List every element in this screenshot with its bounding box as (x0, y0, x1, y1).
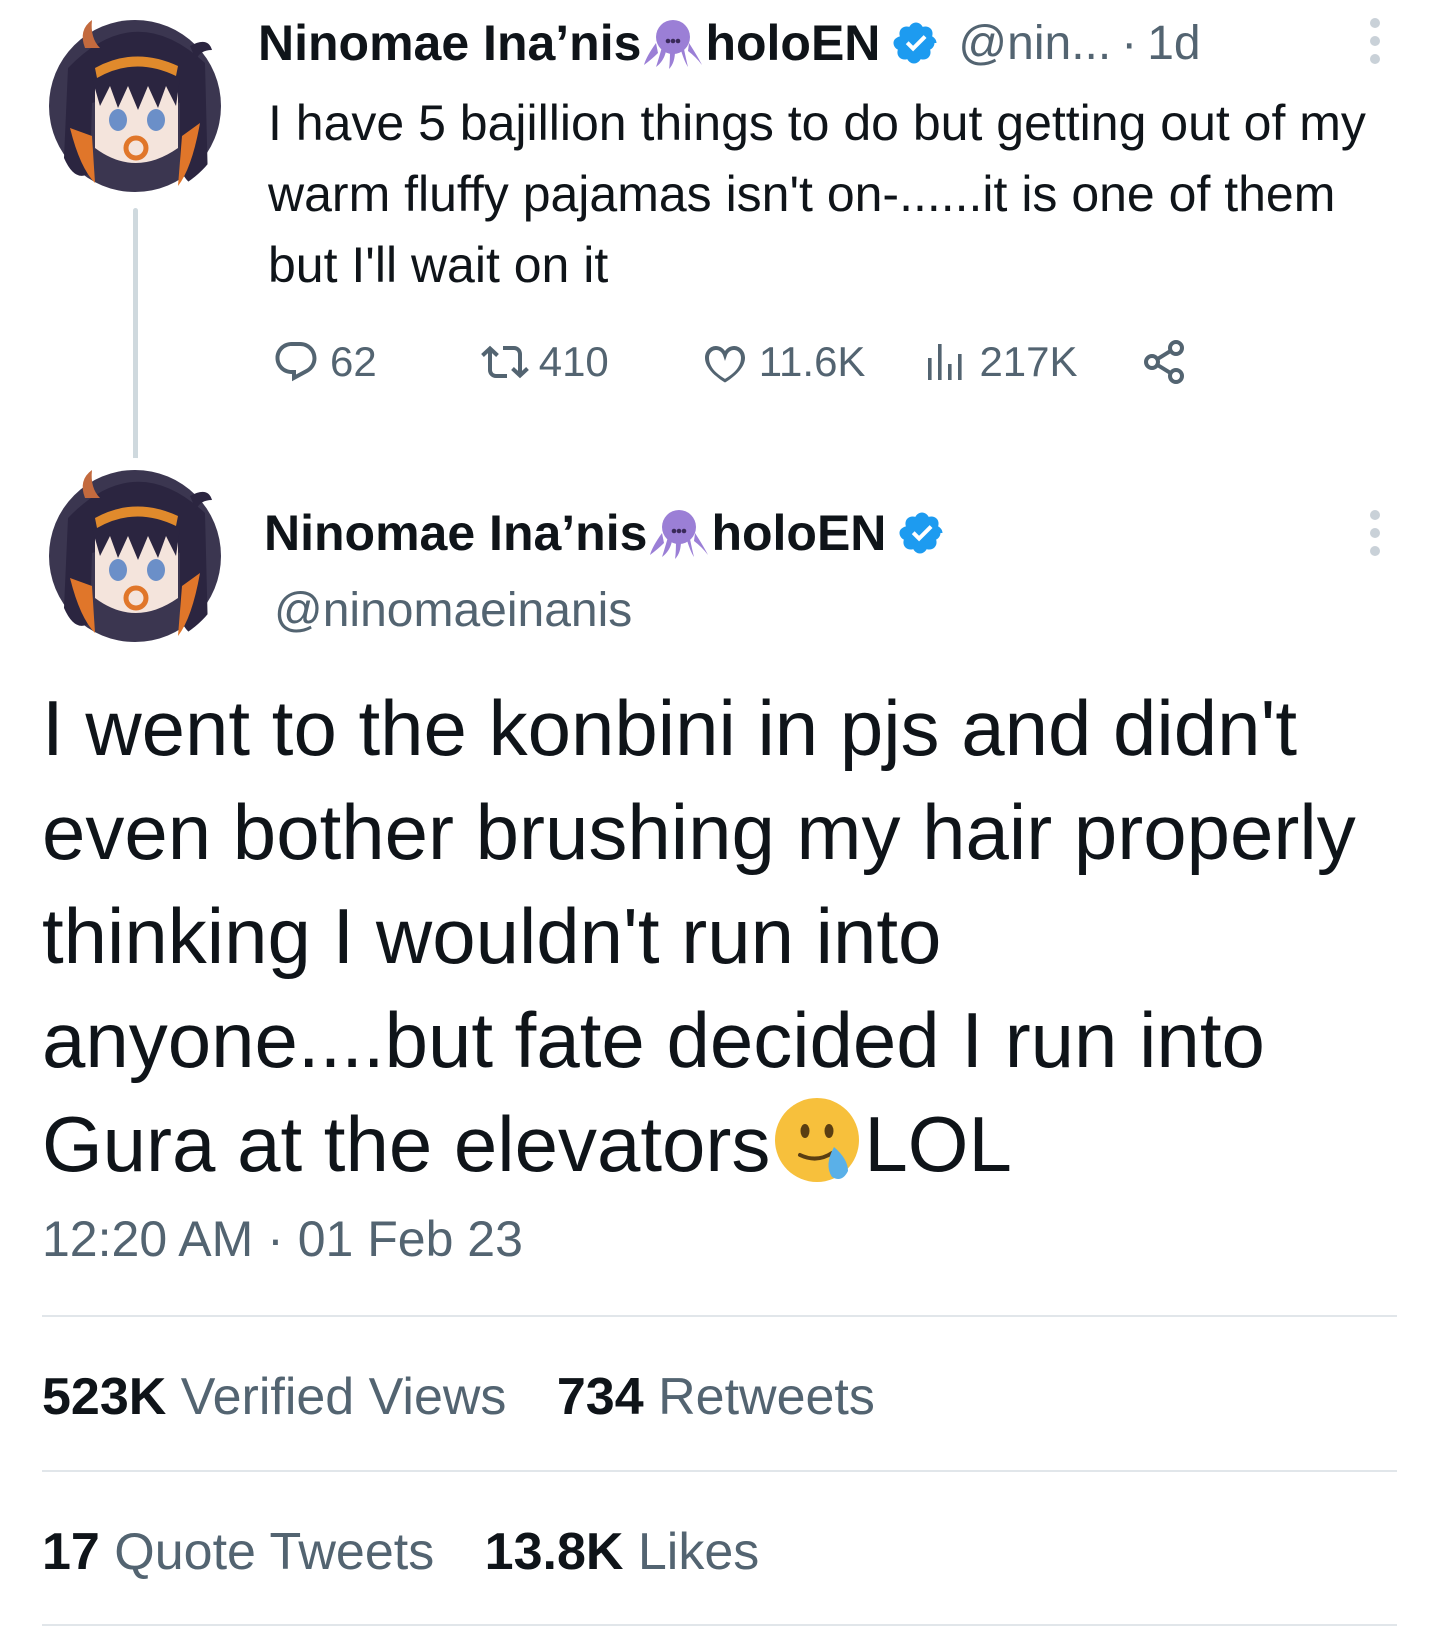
display-name-part2[interactable]: holoEN (711, 504, 886, 562)
tweet-date: 01 Feb 23 (297, 1211, 523, 1267)
share-icon (1143, 340, 1184, 384)
avatar[interactable] (40, 458, 230, 648)
retweet-count: 410 (538, 338, 609, 385)
avatar-image (40, 8, 230, 198)
retweets-number: 734 (556, 1368, 644, 1426)
main-tweet-text: I went to the konbini in pjs and didn't … (42, 676, 1412, 1196)
quote-tweets-stat[interactable]: 17 Quote Tweets (42, 1523, 434, 1581)
retweet-action[interactable]: 410 (480, 338, 609, 386)
thread-connector-line (133, 208, 138, 471)
octopus-emoji-icon (648, 507, 710, 559)
share-action[interactable] (1140, 338, 1188, 386)
likes-label: Likes (637, 1523, 760, 1581)
more-options-icon[interactable] (1368, 508, 1382, 558)
likes-number: 13.8K (484, 1523, 624, 1581)
time-ago[interactable]: 1d (1147, 16, 1200, 71)
views-label: Verified Views (180, 1368, 507, 1426)
divider (42, 1315, 1397, 1317)
verified-badge-icon (898, 509, 946, 557)
tweet-stats-row: 17 Quote Tweets 13.8K Likes (42, 1522, 759, 1582)
views-action[interactable]: 217K (921, 338, 1078, 386)
retweets-stat[interactable]: 734 Retweets (557, 1368, 875, 1426)
tweet-header: Ninomae Ina’nis holoEN (264, 500, 946, 566)
tweet-stats-row: 523K Verified Views 734 Retweets (42, 1367, 875, 1427)
avatar[interactable] (40, 8, 230, 198)
display-name-part1[interactable]: Ninomae Ina’nis (264, 504, 647, 562)
divider (42, 1624, 1397, 1626)
quotes-number: 17 (42, 1523, 100, 1581)
tweet-timestamp[interactable]: 12:20 AM · 01 Feb 23 (42, 1210, 523, 1268)
author-handle[interactable]: @ninomaeinanis (274, 583, 632, 638)
octopus-emoji-icon (642, 17, 704, 69)
main-tweet-text-tail: LOL (864, 1100, 1012, 1188)
verified-badge-icon (892, 19, 940, 67)
reply-icon (275, 342, 317, 382)
display-name-part2[interactable]: holoEN (705, 14, 880, 72)
handle-truncated[interactable]: @nin... (958, 16, 1111, 71)
retweet-icon (480, 345, 529, 379)
reply-count: 62 (330, 338, 377, 385)
tweet-time: 12:20 AM (42, 1211, 254, 1267)
more-options-icon[interactable] (1368, 16, 1382, 66)
views-number: 523K (42, 1368, 167, 1426)
tweet-header: Ninomae Ina’nis holoEN @nin... · 1d (258, 10, 1201, 76)
like-count: 11.6K (758, 338, 866, 385)
like-action[interactable]: 11.6K (701, 338, 866, 386)
divider (42, 1470, 1397, 1472)
dot-separator: · (267, 1211, 284, 1267)
views-count: 217K (979, 338, 1078, 385)
dot-separator: · (1121, 16, 1138, 70)
reply-tweet-text: I have 5 bajillion things to do but gett… (268, 95, 1366, 293)
views-chart-icon (928, 344, 963, 380)
retweets-label: Retweets (658, 1368, 875, 1426)
main-tweet-text-body: I went to the konbini in pjs and didn't … (42, 684, 1356, 1188)
display-name-part1[interactable]: Ninomae Ina’nis (258, 14, 641, 72)
reply-action[interactable]: 62 (272, 338, 377, 386)
face-holding-back-tears-emoji-icon (775, 1098, 860, 1182)
tweet-actions-bar: 62 410 11.6K 217K (272, 338, 1188, 386)
heart-icon (704, 345, 745, 383)
verified-views-stat[interactable]: 523K Verified Views (42, 1368, 506, 1426)
quotes-label: Quote Tweets (114, 1523, 435, 1581)
avatar-image (40, 458, 230, 648)
likes-stat[interactable]: 13.8K Likes (485, 1523, 760, 1581)
